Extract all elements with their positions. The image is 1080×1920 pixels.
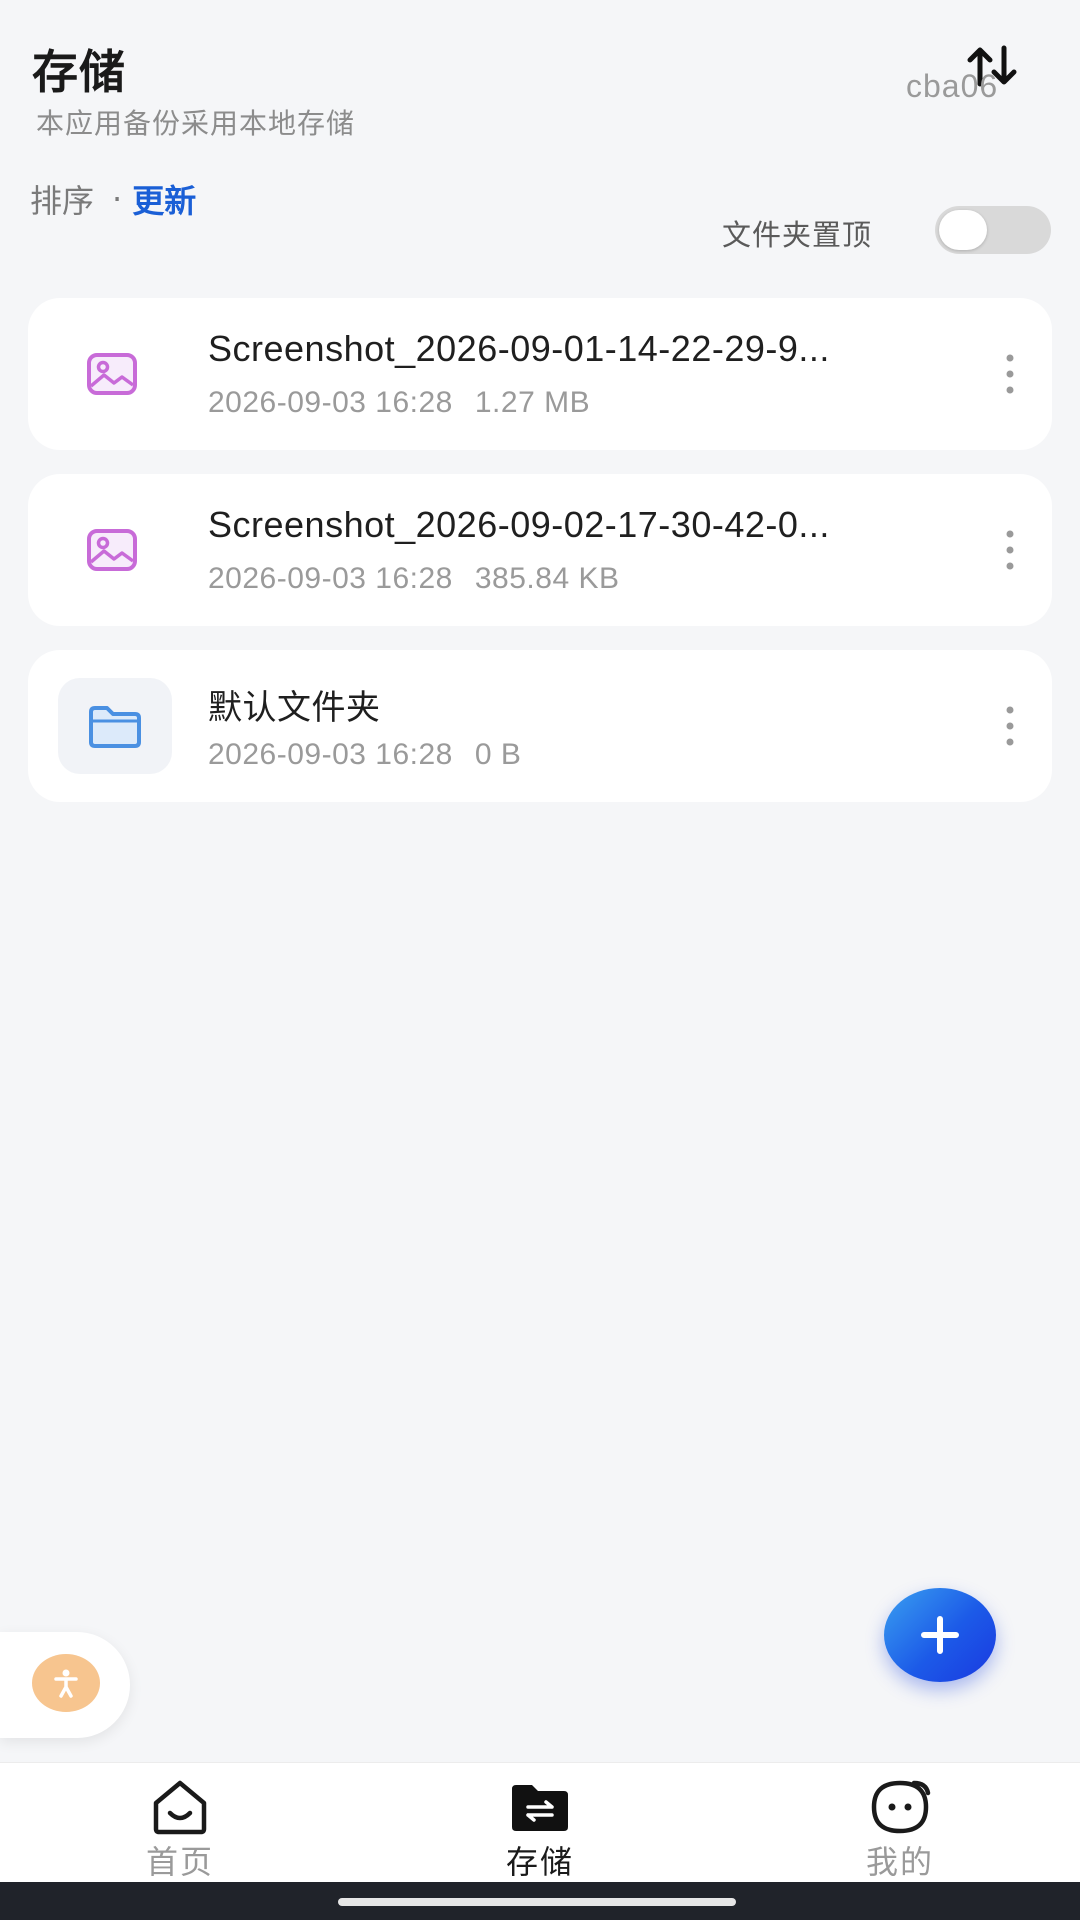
pin-folders-toggle[interactable]	[935, 206, 1051, 254]
file-meta: 2026-09-03 16:28 1.27 MB	[208, 386, 590, 420]
bottom-tab-bar: 首页 存储 我的	[0, 1762, 1080, 1883]
folder-meta: 2026-09-03 16:28 0 B	[208, 738, 521, 772]
file-date: 2026-09-03 16:28	[208, 386, 453, 419]
sort-selector[interactable]: 排序 · 更新	[30, 176, 196, 222]
tab-profile[interactable]: 我的	[800, 1763, 1000, 1883]
file-meta: 2026-09-03 16:28 385.84 KB	[208, 562, 620, 596]
tab-storage[interactable]: 存储	[440, 1763, 640, 1883]
image-file-icon	[60, 502, 164, 598]
add-button[interactable]	[884, 1588, 996, 1682]
file-size: 1.27 MB	[474, 386, 591, 419]
accessibility-icon	[32, 1654, 100, 1712]
sort-value[interactable]: 更新	[132, 176, 196, 222]
tab-home[interactable]: 首页	[80, 1763, 280, 1883]
page-subtitle: 本应用备份采用本地存储	[36, 107, 356, 140]
image-file-icon	[60, 326, 164, 422]
file-size: 385.84 KB	[474, 562, 620, 595]
plus-icon	[921, 1616, 959, 1654]
profile-face-icon	[871, 1780, 931, 1834]
sort-separator: ·	[112, 180, 123, 218]
toggle-knob	[939, 210, 987, 250]
folder-date: 2026-09-03 16:28	[208, 738, 453, 771]
tab-label: 我的	[865, 1843, 934, 1881]
home-smile-icon	[153, 1780, 207, 1835]
home-gesture-handle[interactable]	[338, 1898, 736, 1906]
system-navigation-bar	[0, 1882, 1080, 1920]
more-options-icon[interactable]	[996, 700, 1024, 752]
sort-label: 排序	[30, 182, 95, 220]
file-list-item[interactable]: Screenshot_2026-09-01-14-22-29-9... 2026…	[28, 298, 1052, 450]
tab-label: 存储	[505, 1843, 574, 1881]
folder-size: 0 B	[474, 738, 522, 771]
file-name: Screenshot_2026-09-01-14-22-29-9...	[208, 328, 830, 369]
user-id-label: cba06	[906, 68, 999, 104]
folder-list-item[interactable]: 默认文件夹 2026-09-03 16:28 0 B	[28, 650, 1052, 802]
pin-folders-label: 文件夹置顶	[722, 218, 873, 252]
more-options-icon[interactable]	[996, 348, 1024, 400]
file-list-item[interactable]: Screenshot_2026-09-02-17-30-42-0... 2026…	[28, 474, 1052, 626]
folder-name: 默认文件夹	[208, 688, 381, 728]
page-title: 存储	[32, 45, 126, 99]
tab-label: 首页	[145, 1843, 214, 1881]
folder-icon	[58, 678, 172, 774]
file-date: 2026-09-03 16:28	[208, 562, 453, 595]
accessibility-floating-button[interactable]	[0, 1632, 130, 1738]
storage-folder-icon	[512, 1785, 568, 1831]
more-options-icon[interactable]	[996, 524, 1024, 576]
file-name: Screenshot_2026-09-02-17-30-42-0...	[208, 504, 830, 545]
